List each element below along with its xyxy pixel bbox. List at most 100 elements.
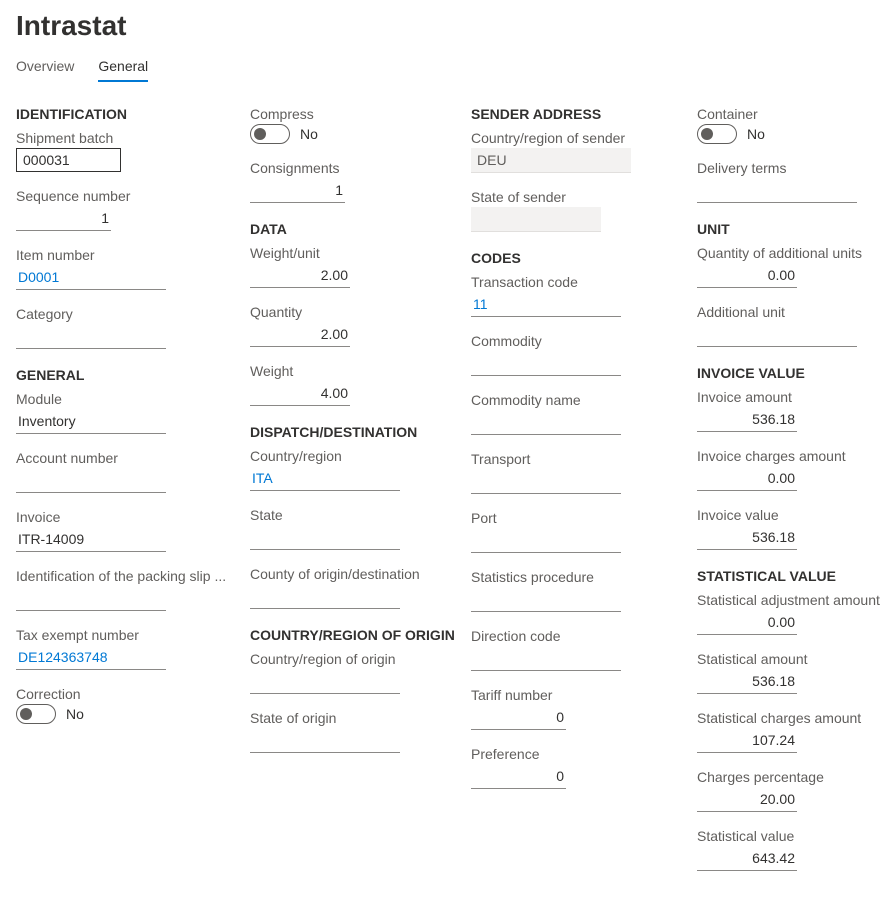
container-toggle[interactable]	[697, 124, 737, 144]
transaction-code-input[interactable]	[471, 292, 621, 317]
shipment-batch-input[interactable]	[16, 148, 121, 172]
charges-pct-label: Charges percentage	[697, 769, 882, 785]
section-sender-address: SENDER ADDRESS	[471, 106, 681, 122]
preference-label: Preference	[471, 746, 681, 762]
sequence-number-label: Sequence number	[16, 188, 234, 204]
invoice-charges-input[interactable]	[697, 466, 797, 491]
section-data: DATA	[250, 221, 455, 237]
page-title: Intrastat	[16, 10, 877, 42]
transport-label: Transport	[471, 451, 681, 467]
consignments-label: Consignments	[250, 160, 455, 176]
account-number-label: Account number	[16, 450, 234, 466]
stat-value-label: Statistical value	[697, 828, 882, 844]
tab-overview[interactable]: Overview	[16, 58, 74, 82]
stat-value-input[interactable]	[697, 846, 797, 871]
section-unit: UNIT	[697, 221, 882, 237]
account-number-input[interactable]	[16, 468, 166, 493]
statistics-procedure-input[interactable]	[471, 587, 621, 612]
stat-charges-input[interactable]	[697, 728, 797, 753]
tariff-number-input[interactable]	[471, 705, 566, 730]
country-region-origin-input[interactable]	[250, 669, 400, 694]
tax-exempt-label: Tax exempt number	[16, 627, 234, 643]
additional-unit-label: Additional unit	[697, 304, 882, 320]
delivery-terms-input[interactable]	[697, 178, 857, 203]
item-number-input[interactable]	[16, 265, 166, 290]
correction-label: Correction	[16, 686, 234, 702]
module-label: Module	[16, 391, 234, 407]
invoice-value-label: Invoice value	[697, 507, 882, 523]
tabs: Overview General	[16, 58, 877, 82]
section-country-origin: COUNTRY/REGION OF ORIGIN	[250, 627, 455, 643]
weight-input[interactable]	[250, 381, 350, 406]
stat-charges-label: Statistical charges amount	[697, 710, 882, 726]
tab-general[interactable]: General	[98, 58, 148, 82]
state-origin-input[interactable]	[250, 728, 400, 753]
port-input[interactable]	[471, 528, 621, 553]
preference-input[interactable]	[471, 764, 566, 789]
transaction-code-label: Transaction code	[471, 274, 681, 290]
invoice-value-input[interactable]	[697, 525, 797, 550]
sequence-number-input[interactable]	[16, 206, 111, 231]
invoice-charges-label: Invoice charges amount	[697, 448, 882, 464]
commodity-name-input[interactable]	[471, 410, 621, 435]
stat-amount-input[interactable]	[697, 669, 797, 694]
county-origin-input[interactable]	[250, 584, 400, 609]
section-dispatch: DISPATCH/DESTINATION	[250, 424, 455, 440]
quantity-input[interactable]	[250, 322, 350, 347]
stat-amount-label: Statistical amount	[697, 651, 882, 667]
container-value: No	[747, 126, 765, 142]
container-label: Container	[697, 106, 882, 122]
charges-pct-input[interactable]	[697, 787, 797, 812]
compress-toggle[interactable]	[250, 124, 290, 144]
section-codes: CODES	[471, 250, 681, 266]
section-statistical-value: STATISTICAL VALUE	[697, 568, 882, 584]
state-sender-input	[471, 207, 601, 232]
correction-toggle[interactable]	[16, 704, 56, 724]
state-origin-label: State of origin	[250, 710, 455, 726]
quantity-label: Quantity	[250, 304, 455, 320]
country-sender-label: Country/region of sender	[471, 130, 681, 146]
invoice-amount-label: Invoice amount	[697, 389, 882, 405]
invoice-amount-input[interactable]	[697, 407, 797, 432]
commodity-label: Commodity	[471, 333, 681, 349]
shipment-batch-label: Shipment batch	[16, 130, 234, 146]
invoice-label: Invoice	[16, 509, 234, 525]
transport-input[interactable]	[471, 469, 621, 494]
country-region-origin-label: Country/region of origin	[250, 651, 455, 667]
state-sender-label: State of sender	[471, 189, 681, 205]
compress-value: No	[300, 126, 318, 142]
direction-code-label: Direction code	[471, 628, 681, 644]
country-region-input[interactable]	[250, 466, 400, 491]
tax-exempt-input[interactable]	[16, 645, 166, 670]
stat-adj-input[interactable]	[697, 610, 797, 635]
item-number-label: Item number	[16, 247, 234, 263]
state-input[interactable]	[250, 525, 400, 550]
module-input[interactable]	[16, 409, 166, 434]
delivery-terms-label: Delivery terms	[697, 160, 882, 176]
consignments-input[interactable]	[250, 178, 345, 203]
additional-unit-input[interactable]	[697, 322, 857, 347]
weight-label: Weight	[250, 363, 455, 379]
country-region-label: Country/region	[250, 448, 455, 464]
state-label: State	[250, 507, 455, 523]
weight-unit-label: Weight/unit	[250, 245, 455, 261]
county-origin-label: County of origin/destination	[250, 566, 455, 582]
category-input[interactable]	[16, 324, 166, 349]
section-invoice-value: INVOICE VALUE	[697, 365, 882, 381]
commodity-input[interactable]	[471, 351, 621, 376]
section-identification: IDENTIFICATION	[16, 106, 234, 122]
weight-unit-input[interactable]	[250, 263, 350, 288]
packing-slip-input[interactable]	[16, 586, 166, 611]
qty-add-units-label: Quantity of additional units	[697, 245, 882, 261]
correction-value: No	[66, 706, 84, 722]
statistics-procedure-label: Statistics procedure	[471, 569, 681, 585]
country-sender-input	[471, 148, 631, 173]
invoice-input[interactable]	[16, 527, 166, 552]
packing-slip-label: Identification of the packing slip ...	[16, 568, 234, 584]
stat-adj-label: Statistical adjustment amount	[697, 592, 882, 608]
tariff-number-label: Tariff number	[471, 687, 681, 703]
direction-code-input[interactable]	[471, 646, 621, 671]
section-general: GENERAL	[16, 367, 234, 383]
qty-add-units-input[interactable]	[697, 263, 797, 288]
compress-label: Compress	[250, 106, 455, 122]
